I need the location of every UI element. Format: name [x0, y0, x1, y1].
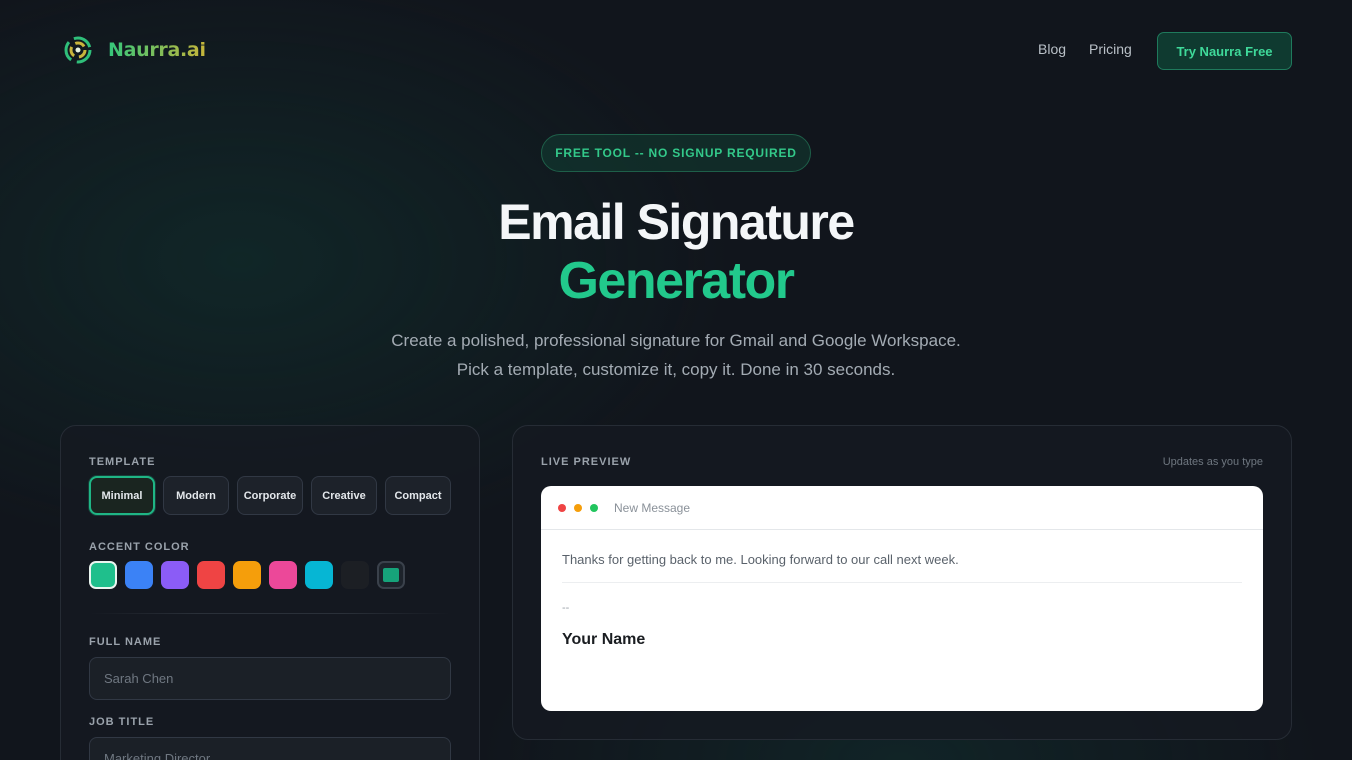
accent-swatch[interactable] [197, 561, 225, 589]
job-title-label: JOB TITLE [89, 716, 155, 728]
email-window-title: New Message [614, 501, 691, 515]
accent-swatch[interactable] [161, 561, 189, 589]
template-label: TEMPLATE [89, 456, 156, 468]
close-dot-icon [558, 504, 566, 512]
template-corporate-button[interactable]: Corporate [237, 476, 303, 515]
email-preview-window: New Message Thanks for getting back to m… [541, 486, 1263, 711]
accent-swatch[interactable] [89, 561, 117, 589]
naurra-logo-icon [64, 36, 92, 64]
brand-name: Naurra.ai [108, 39, 206, 61]
template-creative-button[interactable]: Creative [311, 476, 377, 515]
free-tool-badge: FREE TOOL -- NO SIGNUP REQUIRED [541, 134, 811, 172]
email-body-text: Thanks for getting back to me. Looking f… [562, 552, 959, 567]
template-compact-button[interactable]: Compact [385, 476, 451, 515]
accent-swatch[interactable] [233, 561, 261, 589]
page-subtitle: Create a polished, professional signatur… [391, 331, 961, 379]
signature-separator: -- [562, 602, 570, 614]
brand-logo[interactable]: Naurra.ai [62, 34, 206, 66]
updates-hint: Updates as you type [1162, 456, 1263, 468]
nav-link-pricing[interactable]: Pricing [1089, 41, 1132, 57]
live-preview-label: LIVE PREVIEW [541, 456, 632, 468]
divider [89, 613, 451, 614]
email-window-titlebar: New Message [541, 486, 1263, 530]
custom-color-picker[interactable] [377, 561, 405, 589]
accent-swatch[interactable] [341, 561, 369, 589]
full-name-label: FULL NAME [89, 636, 162, 648]
try-free-button[interactable]: Try Naurra Free [1157, 32, 1292, 70]
page-title: Email Signature [498, 194, 855, 250]
accent-color-label: ACCENT COLOR [89, 541, 190, 553]
top-nav: Naurra.ai Blog Pricing Try Naurra Free [0, 0, 1352, 100]
nav-link-blog[interactable]: Blog [1038, 41, 1066, 57]
template-modern-button[interactable]: Modern [163, 476, 229, 515]
maximize-dot-icon [590, 504, 598, 512]
minimize-dot-icon [574, 504, 582, 512]
signature-name: Your Name [562, 631, 646, 648]
full-name-input[interactable]: Sarah Chen [89, 657, 451, 700]
accent-swatch[interactable] [305, 561, 333, 589]
accent-swatch[interactable] [125, 561, 153, 589]
accent-swatch[interactable] [269, 561, 297, 589]
template-minimal-button[interactable]: Minimal [89, 476, 155, 515]
email-divider [562, 582, 1242, 583]
page-title-accent: Generator [558, 252, 795, 310]
job-title-input[interactable]: Marketing Director [89, 737, 451, 760]
